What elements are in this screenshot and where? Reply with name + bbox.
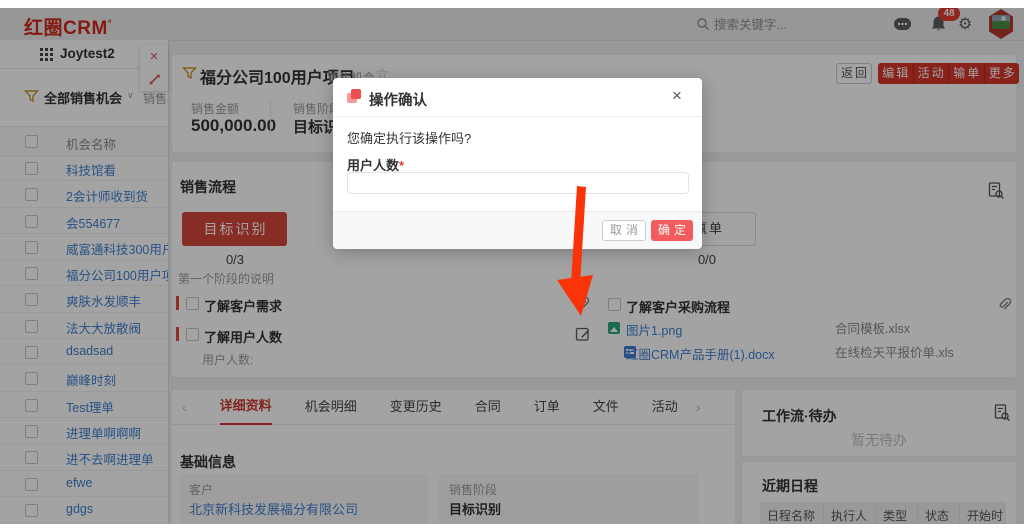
operation-confirm-dialog: 操作确认 × 您确定执行该操作吗? 用户人数* 取消 确定: [333, 78, 702, 248]
dialog-header: 操作确认 ×: [333, 78, 702, 117]
confirm-button[interactable]: 确定: [651, 220, 693, 241]
dialog-title: 操作确认: [369, 89, 427, 110]
dialog-question: 您确定执行该操作吗?: [347, 128, 471, 147]
dialog-footer: 取消 确定: [333, 211, 702, 249]
required-mark: *: [399, 158, 404, 173]
user-count-input[interactable]: [347, 172, 689, 194]
cancel-button[interactable]: 取消: [602, 220, 646, 241]
close-icon[interactable]: ×: [672, 86, 682, 106]
app-window: 红圈CRM° 48 ⚙ Joytest2 全部销售机会 ∨ 销售机 机会名称 科…: [0, 8, 1024, 524]
confirm-dialog-icon: [347, 89, 362, 104]
